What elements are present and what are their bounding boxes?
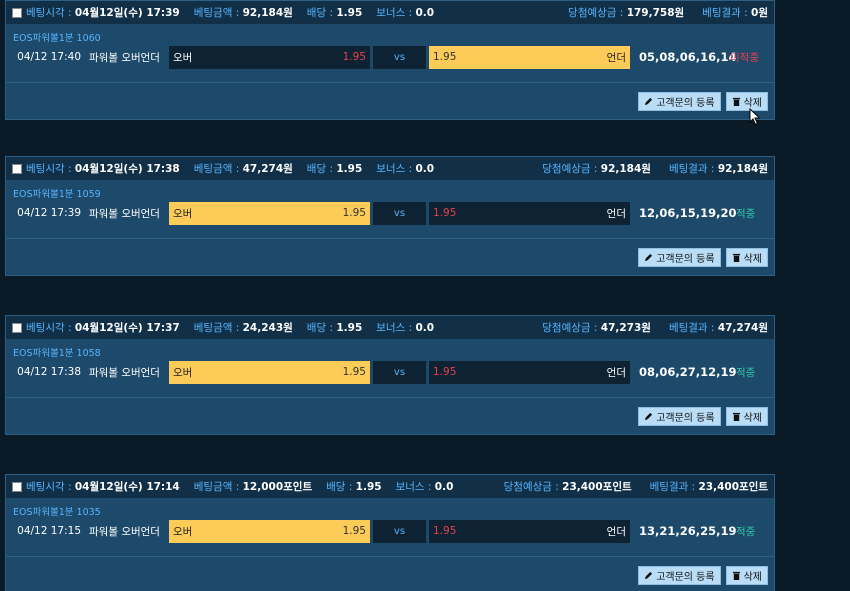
bet-bonus: 0.0 [434,481,454,493]
bet-card-header: 베팅시각 : 04월12일(수) 17:38 베팅금액 : 47,274원 배당… [6,157,774,180]
select-checkbox[interactable] [12,481,22,492]
pencil-icon [645,571,653,580]
pencil-icon [645,97,653,106]
bet-card: 베팅시각 : 04월12일(수) 17:39 베팅금액 : 92,184원 배당… [5,0,775,120]
card-footer: 고객문의 등록 삭제 [633,92,768,111]
bet-result: 0원 [751,7,768,19]
bet-row: 04/12 17:38 파워볼 오버언더 오버 1.95 vs 1.95 언더 … [6,359,774,385]
bet-result: 47,274원 [717,322,768,334]
expected-win: 47,273원 [600,322,651,334]
bet-row: 04/12 17:15 파워볼 오버언더 오버 1.95 vs 1.95 언더 … [6,518,774,544]
game-name: 파워볼 오버언더 [89,525,160,538]
card-footer: 고객문의 등록 삭제 [633,407,768,426]
vs-label: vs [373,519,426,543]
status-badge: 적중 [736,525,756,538]
game-time: 04/12 17:15 [17,525,81,537]
bet-amount: 24,243원 [242,322,293,334]
game-name: 파워볼 오버언더 [89,207,160,220]
bet-row: 04/12 17:40 파워볼 오버언더 오버 1.95 vs 1.95 언더 … [6,44,774,70]
vs-label: vs [373,360,426,384]
inquiry-button[interactable]: 고객문의 등록 [638,92,721,111]
pick-under: 1.95 언더 [429,360,630,384]
bet-card: 베팅시각 : 04월12일(수) 17:14 베팅금액 : 12,000포인트 … [5,474,775,591]
bet-card-header: 베팅시각 : 04월12일(수) 17:37 베팅금액 : 24,243원 배당… [6,316,774,339]
bet-time: 04월12일(수) 17:38 [74,163,180,175]
bet-card-header: 베팅시각 : 04월12일(수) 17:14 베팅금액 : 12,000포인트 … [6,475,774,498]
bet-time: 04월12일(수) 17:37 [74,322,180,334]
pick-over: 오버 1.95 [169,519,370,543]
inquiry-button[interactable]: 고객문의 등록 [638,248,721,267]
card-footer: 고객문의 등록 삭제 [633,248,768,267]
bet-amount: 12,000포인트 [242,481,313,493]
pick-under: 1.95 언더 [429,519,630,543]
result-numbers: 13,21,26,25,19 [639,524,737,538]
bet-odds: 1.95 [355,481,382,493]
pick-over: 오버 1.95 [169,45,370,69]
divider [6,397,774,398]
delete-button[interactable]: 삭제 [725,407,768,426]
divider [6,82,774,83]
bet-bonus: 0.0 [415,163,435,175]
bet-result: 92,184원 [717,163,768,175]
pencil-icon [645,412,653,421]
game-name: 파워볼 오버언더 [89,366,160,379]
expected-win: 92,184원 [600,163,651,175]
bet-time: 04월12일(수) 17:14 [74,481,180,493]
game-time: 04/12 17:40 [17,51,81,63]
result-numbers: 12,06,15,19,20 [639,206,737,220]
pick-over: 오버 1.95 [169,201,370,225]
round-label: EOS파워볼1분 1060 [13,33,101,44]
bet-odds: 1.95 [336,322,363,334]
bet-odds: 1.95 [336,163,363,175]
status-badge: 미적중 [730,51,759,64]
bet-time: 04월12일(수) 17:39 [74,7,180,19]
delete-button[interactable]: 삭제 [725,92,768,111]
pick-over: 오버 1.95 [169,360,370,384]
inquiry-button[interactable]: 고객문의 등록 [638,407,721,426]
status-badge: 적중 [736,366,756,379]
select-checkbox[interactable] [12,7,22,18]
divider [6,556,774,557]
expected-win: 179,758원 [626,7,685,19]
delete-button[interactable]: 삭제 [725,566,768,585]
pick-under: 1.95 언더 [429,201,630,225]
bet-row: 04/12 17:39 파워볼 오버언더 오버 1.95 vs 1.95 언더 … [6,200,774,226]
select-checkbox[interactable] [12,322,22,333]
game-time: 04/12 17:39 [17,207,81,219]
delete-button[interactable]: 삭제 [725,248,768,267]
bet-card-header: 베팅시각 : 04월12일(수) 17:39 베팅금액 : 92,184원 배당… [6,1,774,24]
bet-amount: 92,184원 [242,7,293,19]
game-name: 파워볼 오버언더 [89,51,160,64]
trash-icon [732,571,740,580]
vs-label: vs [373,201,426,225]
trash-icon [732,253,740,262]
game-time: 04/12 17:38 [17,366,81,378]
divider [6,238,774,239]
bet-bonus: 0.0 [415,7,435,19]
trash-icon [732,97,740,106]
bet-amount: 47,274원 [242,163,293,175]
round-label: EOS파워볼1분 1035 [13,507,101,518]
select-checkbox[interactable] [12,163,22,174]
expected-win: 23,400포인트 [562,481,632,493]
result-numbers: 08,06,27,12,19 [639,365,737,379]
bet-odds: 1.95 [336,7,363,19]
pencil-icon [645,253,653,262]
round-label: EOS파워볼1분 1058 [13,348,101,359]
status-badge: 적중 [736,207,756,220]
bet-bonus: 0.0 [415,322,435,334]
pick-under: 1.95 언더 [429,45,630,69]
trash-icon [732,412,740,421]
card-footer: 고객문의 등록 삭제 [633,566,768,585]
bet-result: 23,400포인트 [698,481,769,493]
mouse-cursor-icon [749,108,761,126]
result-numbers: 05,08,06,16,14 [639,50,737,64]
round-label: EOS파워볼1분 1059 [13,189,101,200]
bet-card: 베팅시각 : 04월12일(수) 17:37 베팅금액 : 24,243원 배당… [5,315,775,435]
bet-card: 베팅시각 : 04월12일(수) 17:38 베팅금액 : 47,274원 배당… [5,156,775,276]
vs-label: vs [373,45,426,69]
inquiry-button[interactable]: 고객문의 등록 [638,566,721,585]
